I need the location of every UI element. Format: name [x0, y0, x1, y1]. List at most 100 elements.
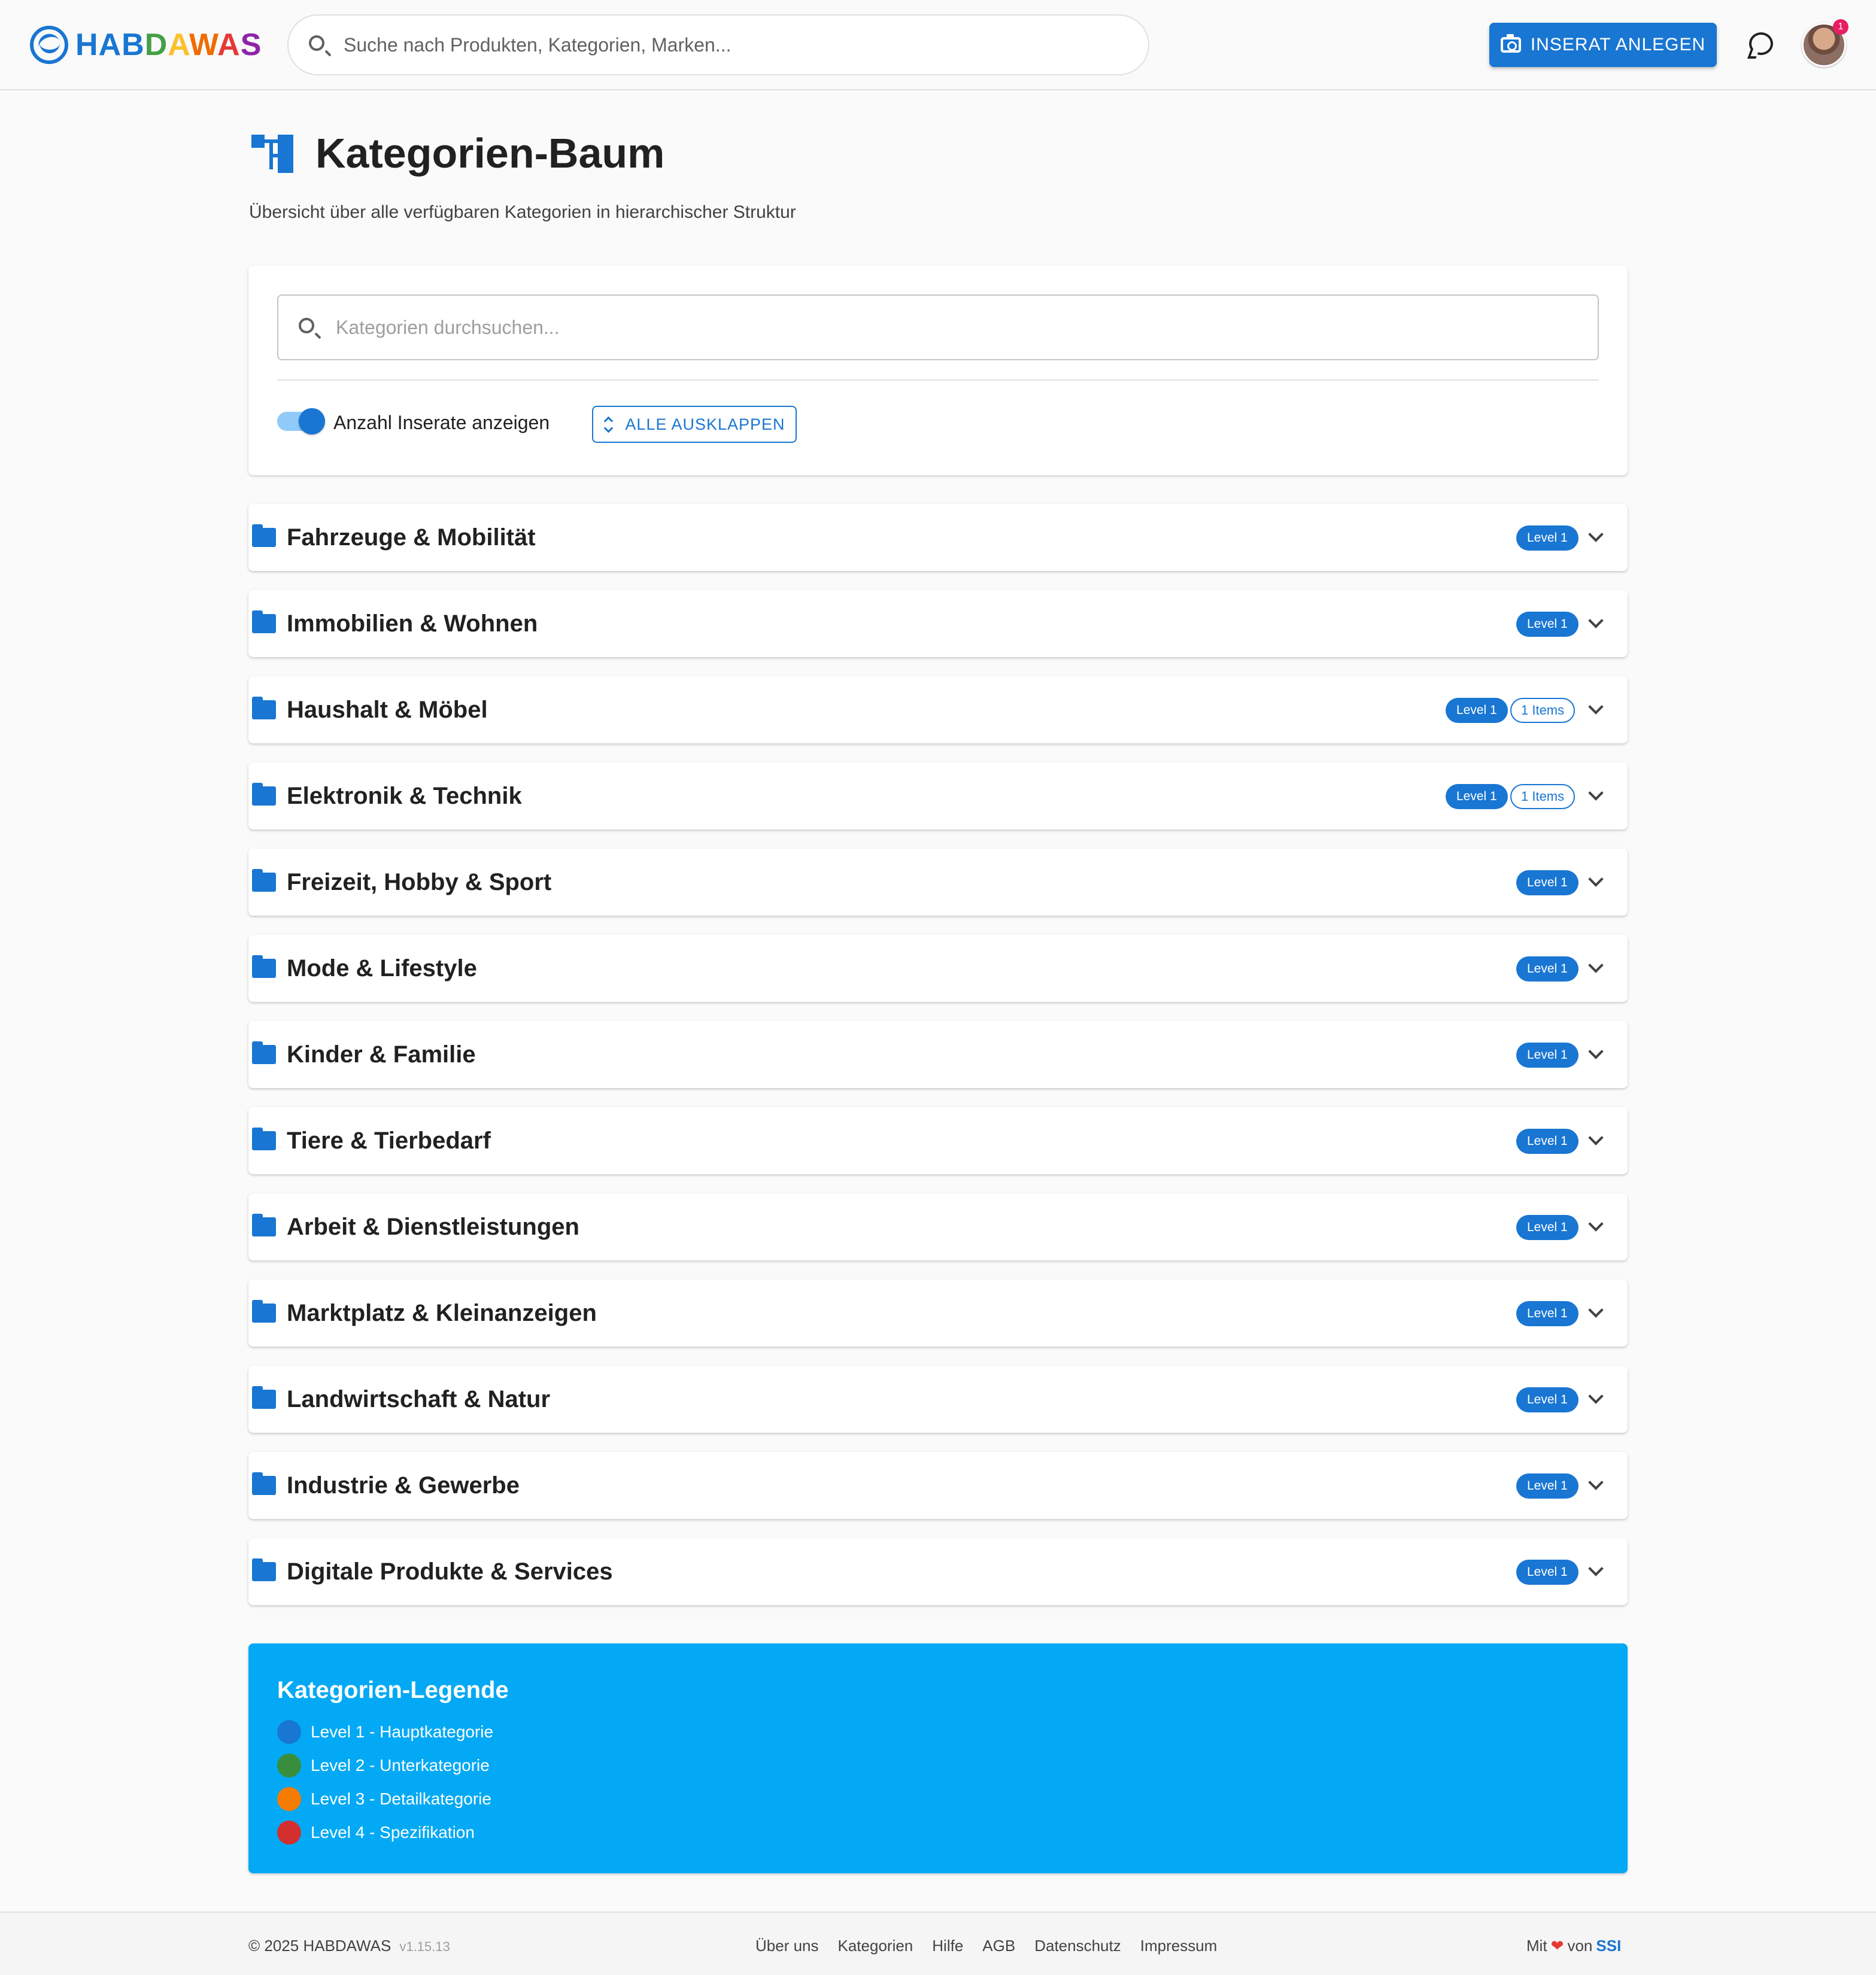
made-with-prefix: Mit	[1526, 1937, 1547, 1955]
category-row[interactable]: Haushalt & Möbel Level 11 Items	[248, 676, 1628, 743]
legend-color-dot	[277, 1754, 301, 1778]
chevron-down-icon[interactable]	[1588, 699, 1604, 715]
camera-icon	[1500, 34, 1521, 53]
search-icon	[306, 33, 330, 57]
category-row[interactable]: Mode & Lifestyle Level 1	[248, 935, 1628, 1002]
folder-icon	[252, 869, 276, 892]
category-row[interactable]: Digitale Produkte & Services Level 1	[248, 1538, 1628, 1605]
footer-link[interactable]: Kategorien	[838, 1937, 913, 1955]
level-chip: Level 1	[1446, 698, 1508, 723]
folder-icon	[252, 524, 276, 547]
logo-text: HABDAWAS	[75, 28, 262, 62]
chevron-down-icon[interactable]	[1588, 1302, 1604, 1318]
page-subtitle: Übersicht über alle verfügbaren Kategori…	[249, 202, 796, 222]
category-name: Arbeit & Dienstleistungen	[287, 1214, 579, 1240]
footer-links: Über uns Kategorien Hilfe AGB Datenschutz Imp…	[755, 1937, 1217, 1955]
chevron-down-icon[interactable]	[1588, 527, 1604, 542]
items-count-chip: 1 Items	[1510, 784, 1576, 809]
category-row[interactable]: Freizeit, Hobby & Sport Level 1	[248, 849, 1628, 916]
expand-all-button[interactable]: ALLE AUSKLAPPEN	[592, 406, 797, 443]
folder-icon	[252, 783, 276, 806]
footer-link[interactable]: Impressum	[1140, 1937, 1218, 1955]
category-row[interactable]: Immobilien & Wohnen Level 1	[248, 590, 1628, 657]
chevron-down-icon[interactable]	[1588, 1216, 1604, 1232]
chevron-down-icon[interactable]	[1588, 1561, 1604, 1576]
chevron-down-icon[interactable]	[1588, 1044, 1604, 1059]
level-chip: Level 1	[1516, 1560, 1578, 1585]
footer-link[interactable]: Über uns	[755, 1937, 819, 1955]
category-row[interactable]: Elektronik & Technik Level 11 Items	[248, 762, 1628, 830]
level-chip: Level 1	[1516, 1473, 1578, 1499]
footer-link[interactable]: Datenschutz	[1034, 1937, 1121, 1955]
category-name: Fahrzeuge & Mobilität	[287, 524, 536, 551]
chevron-down-icon[interactable]	[1588, 1388, 1604, 1404]
filter-card: Anzahl Inserate anzeigen ALLE AUSKLAPPEN	[248, 266, 1628, 475]
chevron-down-icon[interactable]	[1588, 613, 1604, 628]
legend-item: Level 1 - Hauptkategorie	[277, 1720, 493, 1744]
category-row[interactable]: Kinder & Familie Level 1	[248, 1021, 1628, 1088]
folder-icon	[252, 1558, 276, 1581]
global-search	[287, 14, 1149, 75]
chat-icon[interactable]	[1749, 32, 1773, 55]
category-row[interactable]: Arbeit & Dienstleistungen Level 1	[248, 1193, 1628, 1260]
footer-link[interactable]: Hilfe	[932, 1937, 963, 1955]
global-search-input[interactable]	[344, 34, 1122, 56]
category-name: Industrie & Gewerbe	[287, 1472, 520, 1499]
chevron-down-icon[interactable]	[1588, 785, 1604, 801]
chevron-down-icon[interactable]	[1588, 1475, 1604, 1490]
level-chip: Level 1	[1516, 870, 1578, 895]
category-name: Immobilien & Wohnen	[287, 610, 538, 637]
folder-icon	[252, 1128, 276, 1150]
chevron-down-icon[interactable]	[1588, 871, 1604, 887]
divider	[277, 379, 1599, 381]
made-with: Mit ❤ von SSI	[1526, 1937, 1621, 1955]
chevron-down-icon[interactable]	[1588, 1130, 1604, 1146]
category-name: Freizeit, Hobby & Sport	[287, 869, 552, 895]
items-count-chip: 1 Items	[1510, 698, 1576, 723]
category-search	[277, 294, 1599, 360]
category-search-input[interactable]	[336, 316, 1581, 339]
category-name: Kinder & Familie	[287, 1041, 476, 1068]
level-chip: Level 1	[1516, 1301, 1578, 1326]
folder-icon	[252, 1041, 276, 1064]
made-with-brand[interactable]: SSI	[1596, 1937, 1621, 1955]
level-chip: Level 1	[1516, 1215, 1578, 1240]
legend-color-dot	[277, 1821, 301, 1845]
category-row[interactable]: Industrie & Gewerbe Level 1	[248, 1452, 1628, 1519]
level-chip: Level 1	[1516, 956, 1578, 982]
folder-icon	[252, 1386, 276, 1409]
legend-title: Kategorien-Legende	[277, 1677, 509, 1703]
category-row[interactable]: Marktplatz & Kleinanzeigen Level 1	[248, 1280, 1628, 1347]
category-legend: Kategorien-Legende Level 1 - Hauptkatego…	[248, 1643, 1628, 1873]
copyright-text: © 2025 HABDAWAS	[248, 1937, 391, 1955]
category-row[interactable]: Tiere & Tierbedarf Level 1	[248, 1107, 1628, 1174]
level-chip: Level 1	[1516, 1129, 1578, 1154]
category-row[interactable]: Fahrzeuge & Mobilität Level 1	[248, 504, 1628, 571]
chevron-down-icon[interactable]	[1588, 958, 1604, 973]
copyright: © 2025 HABDAWAS v1.15.13	[248, 1937, 450, 1955]
legend-color-dot	[277, 1787, 301, 1811]
legend-label: Level 2 - Unterkategorie	[311, 1756, 490, 1775]
footer-link[interactable]: AGB	[982, 1937, 1015, 1955]
folder-icon	[252, 1300, 276, 1323]
level-chip: Level 1	[1516, 525, 1578, 551]
legend-label: Level 4 - Spezifikation	[311, 1823, 475, 1842]
folder-icon	[252, 955, 276, 978]
footer: © 2025 HABDAWAS v1.15.13 Über uns Kategori…	[0, 1912, 1876, 1975]
category-name: Digitale Produkte & Services	[287, 1558, 613, 1585]
heart-icon: ❤	[1550, 1937, 1564, 1955]
logo[interactable]: HABDAWAS	[30, 24, 262, 66]
level-chip: Level 1	[1516, 612, 1578, 637]
search-icon	[296, 315, 320, 339]
category-name: Haushalt & Möbel	[287, 697, 488, 723]
expand-all-label: ALLE AUSKLAPPEN	[625, 415, 785, 433]
level-chip: Level 1	[1516, 1043, 1578, 1068]
count-toggle[interactable]	[299, 408, 325, 434]
folder-icon	[252, 697, 276, 719]
create-listing-button[interactable]: INSERAT ANLEGEN	[1489, 23, 1717, 67]
folder-icon	[252, 610, 276, 633]
category-name: Elektronik & Technik	[287, 783, 522, 809]
legend-item: Level 4 - Spezifikation	[277, 1821, 475, 1845]
folder-icon	[252, 1214, 276, 1236]
category-row[interactable]: Landwirtschaft & Natur Level 1	[248, 1366, 1628, 1433]
